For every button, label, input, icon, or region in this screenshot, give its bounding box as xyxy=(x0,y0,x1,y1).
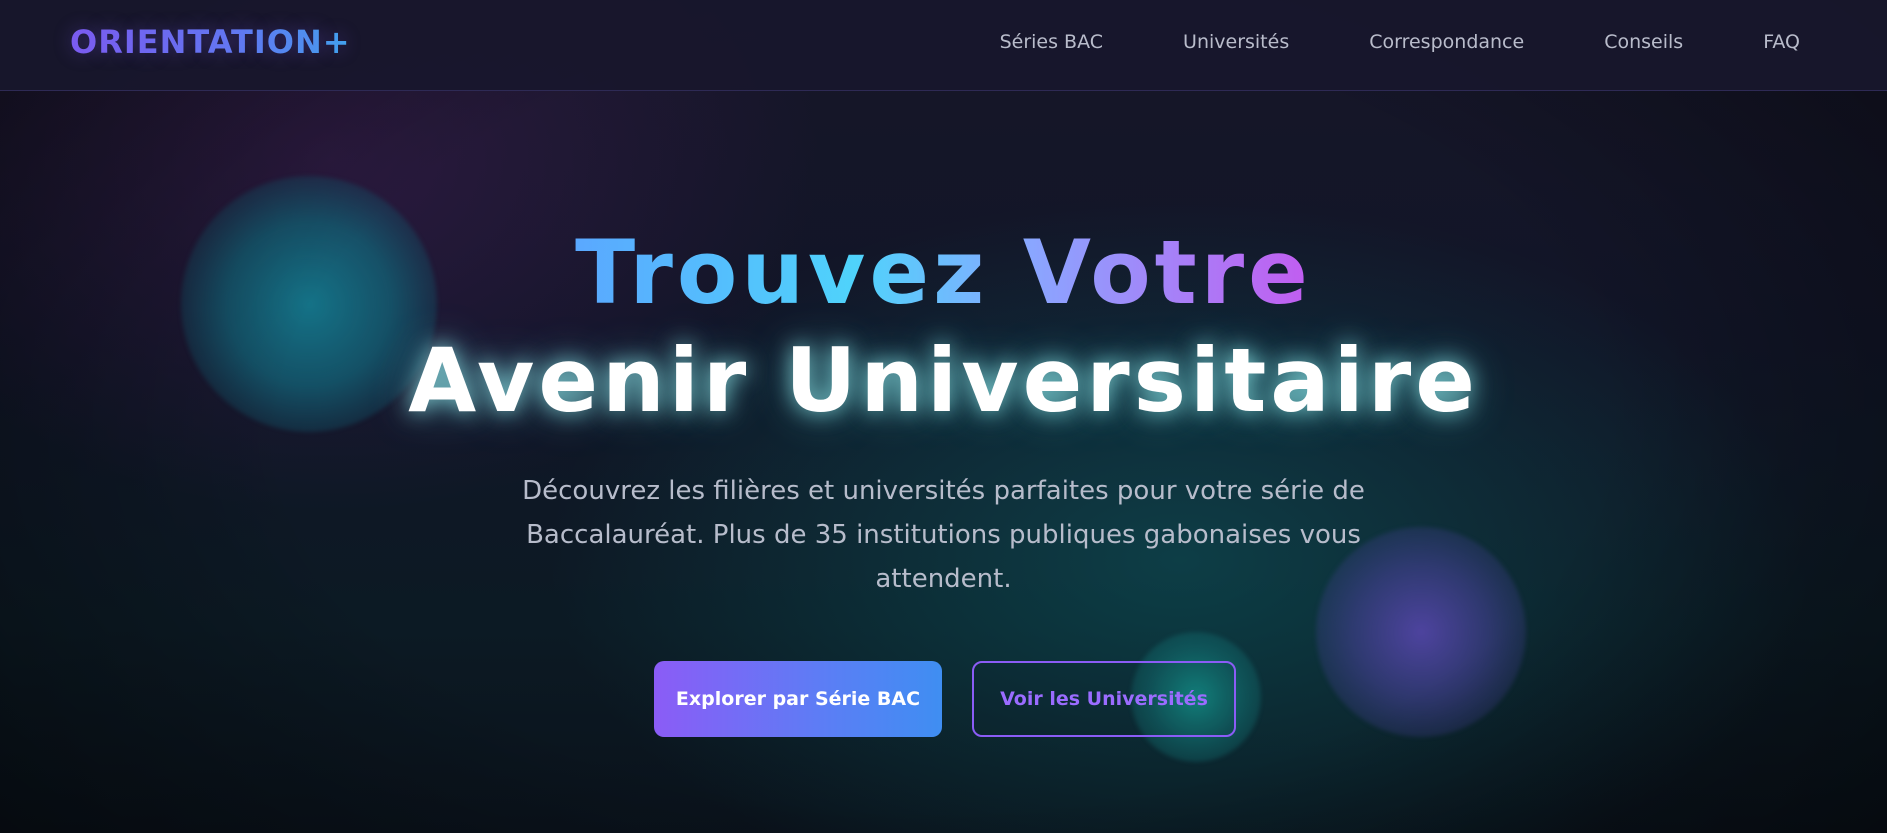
nav-link-conseils[interactable]: Conseils xyxy=(1604,31,1683,53)
nav-link-faq[interactable]: FAQ xyxy=(1763,31,1800,53)
hero-title-line2: Avenir Universitaire xyxy=(408,329,1479,432)
hero-title-line1: Trouvez Votre xyxy=(0,225,1887,321)
hero-subtitle: Découvrez les filières et universités pa… xyxy=(522,476,1365,594)
hero-section: Trouvez Votre Avenir Universitaire Décou… xyxy=(0,91,1887,833)
nav-link-series-bac[interactable]: Séries BAC xyxy=(1000,31,1103,53)
site-logo[interactable]: ORIENTATION+ xyxy=(70,20,351,64)
nav-link-universites[interactable]: Universités xyxy=(1183,31,1289,53)
nav-link-correspondance[interactable]: Correspondance xyxy=(1369,31,1524,53)
page: ORIENTATION+ Séries BAC Universités Corr… xyxy=(0,0,1887,833)
view-universities-button[interactable]: Voir les Universités xyxy=(972,661,1236,737)
explore-by-bac-series-button[interactable]: Explorer par Série BAC xyxy=(654,661,942,737)
top-navbar: ORIENTATION+ Séries BAC Universités Corr… xyxy=(0,0,1887,91)
nav-links: Séries BAC Universités Correspondance Co… xyxy=(1000,0,1800,84)
hero-title-gradient-text: Trouvez Votre xyxy=(575,221,1312,324)
